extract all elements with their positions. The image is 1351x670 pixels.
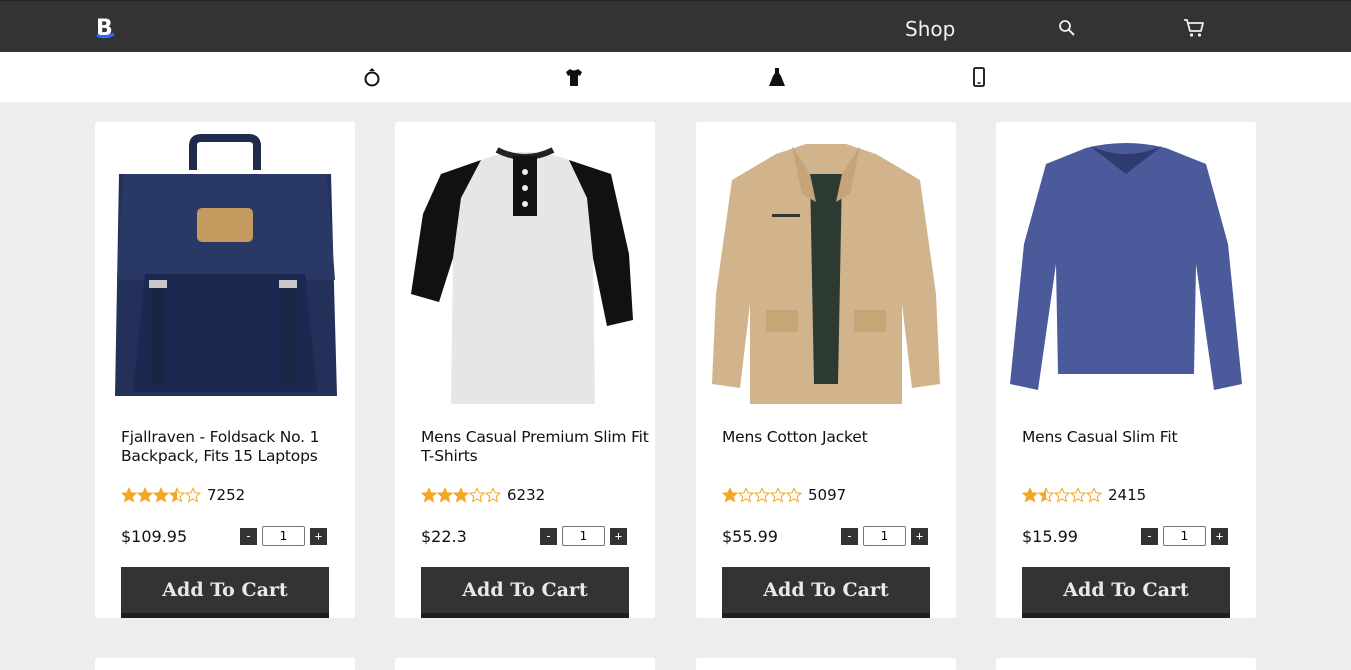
- dress-icon[interactable]: [766, 66, 788, 88]
- quantity-stepper: - +: [540, 526, 627, 546]
- product-card: Mens Casual Premium Slim Fit T-Shirts 62…: [395, 122, 655, 618]
- decrease-quantity-button[interactable]: -: [540, 527, 557, 545]
- rating-stars: [1022, 487, 1102, 503]
- tshirt-image[interactable]: [405, 134, 645, 412]
- product-card: Fjallraven - Foldsack No. 1 Backpack, Fi…: [95, 122, 355, 618]
- decrease-quantity-button[interactable]: -: [1141, 527, 1158, 545]
- quantity-stepper: - +: [1141, 526, 1228, 546]
- product-rating: 5097: [722, 486, 846, 504]
- quantity-input[interactable]: [262, 526, 305, 546]
- product-rating: 2415: [1022, 486, 1146, 504]
- star-icon: [786, 487, 802, 503]
- product-title[interactable]: Mens Casual Slim Fit: [1022, 428, 1250, 447]
- product-card: [996, 658, 1256, 670]
- star-icon: [1054, 487, 1070, 503]
- backpack-image[interactable]: [105, 134, 345, 412]
- rating-count: 7252: [207, 486, 246, 504]
- quantity-input[interactable]: [863, 526, 906, 546]
- star-icon: [1086, 487, 1102, 503]
- quantity-input[interactable]: [562, 526, 605, 546]
- increase-quantity-button[interactable]: +: [610, 527, 627, 545]
- star-icon: [770, 487, 786, 503]
- phone-icon[interactable]: [968, 66, 990, 88]
- increase-quantity-button[interactable]: +: [310, 527, 327, 545]
- ring-icon[interactable]: [361, 66, 383, 88]
- search-icon[interactable]: [1058, 19, 1076, 37]
- increase-quantity-button[interactable]: +: [1211, 527, 1228, 545]
- decrease-quantity-button[interactable]: -: [240, 527, 257, 545]
- star-icon: [1022, 487, 1038, 503]
- star-icon: [1038, 487, 1054, 503]
- add-to-cart-button[interactable]: Add To Cart: [1022, 567, 1230, 618]
- rating-count: 2415: [1108, 486, 1147, 504]
- star-icon: [453, 487, 469, 503]
- rating-stars: [121, 487, 201, 503]
- rating-count: 5097: [808, 486, 847, 504]
- product-rating: 6232: [421, 486, 545, 504]
- star-icon: [421, 487, 437, 503]
- product-rating: 7252: [121, 486, 245, 504]
- product-card: [696, 658, 956, 670]
- logo-icon[interactable]: B: [94, 15, 118, 39]
- long-sleeve-shirt-image[interactable]: [1006, 134, 1246, 412]
- star-icon: [485, 487, 501, 503]
- star-icon: [437, 487, 453, 503]
- product-price: $22.3: [421, 527, 467, 546]
- quantity-stepper: - +: [240, 526, 327, 546]
- product-card: [95, 658, 355, 670]
- product-price: $15.99: [1022, 527, 1078, 546]
- category-bar: [0, 52, 1351, 102]
- star-icon: [722, 487, 738, 503]
- shop-link[interactable]: Shop: [905, 17, 955, 41]
- quantity-input[interactable]: [1163, 526, 1206, 546]
- product-title[interactable]: Mens Cotton Jacket: [722, 428, 950, 447]
- star-icon: [185, 487, 201, 503]
- star-icon: [1070, 487, 1086, 503]
- rating-count: 6232: [507, 486, 546, 504]
- cart-icon[interactable]: [1183, 17, 1205, 39]
- top-navbar: B Shop: [0, 0, 1351, 52]
- product-card: Mens Casual Slim Fit 2415 $15.99 - + Add…: [996, 122, 1256, 618]
- star-icon: [469, 487, 485, 503]
- star-icon: [121, 487, 137, 503]
- product-price: $109.95: [121, 527, 188, 546]
- add-to-cart-button[interactable]: Add To Cart: [421, 567, 629, 618]
- quantity-stepper: - +: [841, 526, 928, 546]
- tshirt-icon[interactable]: [563, 66, 585, 88]
- increase-quantity-button[interactable]: +: [911, 527, 928, 545]
- star-icon: [754, 487, 770, 503]
- star-icon: [137, 487, 153, 503]
- product-card: Mens Cotton Jacket 5097 $55.99 - + Add T…: [696, 122, 956, 618]
- star-icon: [738, 487, 754, 503]
- rating-stars: [421, 487, 501, 503]
- decrease-quantity-button[interactable]: -: [841, 527, 858, 545]
- star-icon: [153, 487, 169, 503]
- product-title[interactable]: Fjallraven - Foldsack No. 1 Backpack, Fi…: [121, 428, 349, 466]
- product-price: $55.99: [722, 527, 778, 546]
- add-to-cart-button[interactable]: Add To Cart: [722, 567, 930, 618]
- rating-stars: [722, 487, 802, 503]
- star-icon: [169, 487, 185, 503]
- product-title[interactable]: Mens Casual Premium Slim Fit T-Shirts: [421, 428, 649, 466]
- product-card: [395, 658, 655, 670]
- add-to-cart-button[interactable]: Add To Cart: [121, 567, 329, 618]
- jacket-image[interactable]: [706, 134, 946, 412]
